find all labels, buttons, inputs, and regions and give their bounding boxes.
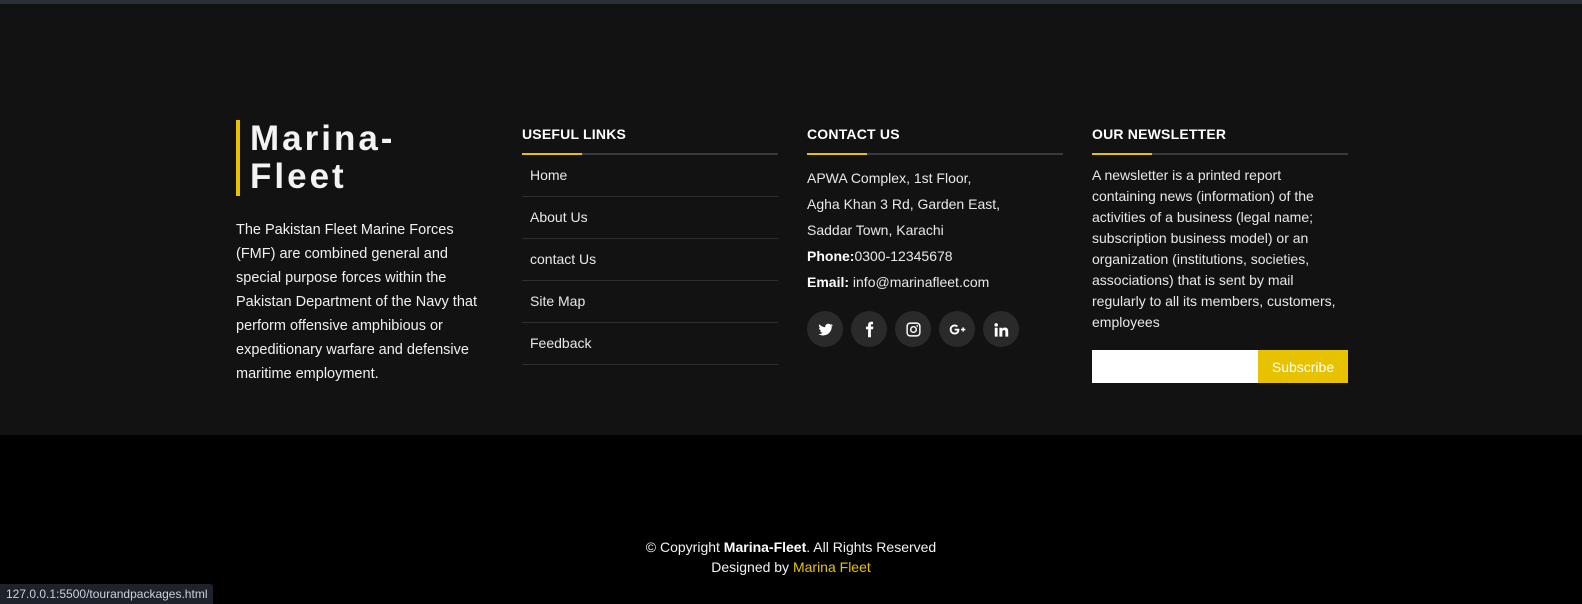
contact-details: APWA Complex, 1st Floor, Agha Khan 3 Rd,… [807,165,1063,295]
contact-title: CONTACT US [807,126,900,142]
about-description: The Pakistan Fleet Marine Forces (FMF) a… [236,222,477,382]
copyright-block: © Copyright Marina-Fleet. All Rights Res… [0,537,1582,577]
footer-bottom: © Copyright Marina-Fleet. All Rights Res… [0,435,1582,604]
copyright-prefix: © Copyright [645,539,724,555]
linkedin-icon[interactable] [983,311,1019,347]
email-label: Email: [807,274,850,290]
phone-label: Phone: [807,248,855,264]
copyright-suffix: . All Rights Reserved [806,539,937,555]
newsletter-text: A newsletter is a printed report contain… [1092,167,1336,330]
instagram-icon[interactable] [895,311,931,347]
link-site-map[interactable]: Site Map [522,281,778,323]
about-column: Marina-Fleet The Pakistan Fleet Marine F… [236,120,492,386]
copyright-brand: Marina-Fleet [723,539,807,555]
newsletter-title: OUR NEWSLETTER [1092,126,1227,142]
email-row: Email: info@marinafleet.com [807,269,1063,295]
link-feedback[interactable]: Feedback [522,323,778,365]
subscribe-form: Subscribe [1092,350,1348,383]
twitter-icon[interactable] [807,311,843,347]
phone-row: Phone:0300-12345678 [807,243,1063,269]
newsletter-column: OUR NEWSLETTER A newsletter is a printed… [1092,126,1348,383]
link-home[interactable]: Home [522,155,778,197]
address-line: APWA Complex, 1st Floor, [807,170,972,186]
contact-column: CONTACT US APWA Complex, 1st Floor, Agha… [807,126,1063,347]
link-about-us[interactable]: About Us [522,197,778,239]
status-bar-url: 127.0.0.1:5500/tourandpackages.html [0,584,214,604]
designed-by-line: Designed by Marina Fleet [0,557,1582,577]
footer-logo[interactable]: Marina-Fleet [236,120,492,196]
title-divider [522,153,778,155]
copyright-line: © Copyright Marina-Fleet. All Rights Res… [0,537,1582,557]
useful-links-list: Home About Us contact Us Site Map Feedba… [522,155,778,365]
useful-links-column: USEFUL LINKS Home About Us contact Us Si… [522,126,778,365]
footer-main: Marina-Fleet The Pakistan Fleet Marine F… [0,4,1582,435]
address-line: Agha Khan 3 Rd, Garden East, [807,196,1001,212]
facebook-icon[interactable] [851,311,887,347]
title-divider [1092,153,1348,155]
link-contact-us[interactable]: contact Us [522,239,778,281]
address-line: Saddar Town, Karachi [807,222,944,238]
designed-by-label: Designed by [711,559,793,575]
useful-links-title: USEFUL LINKS [522,126,627,142]
google-plus-icon[interactable] [939,311,975,347]
newsletter-email-input[interactable] [1092,350,1258,383]
phone-number: 0300-12345678 [854,248,953,264]
title-divider [807,153,1063,155]
email-address[interactable]: info@marinafleet.com [853,274,989,290]
social-links [807,311,1063,347]
subscribe-button[interactable]: Subscribe [1258,350,1348,383]
designer-link[interactable]: Marina Fleet [793,559,871,575]
